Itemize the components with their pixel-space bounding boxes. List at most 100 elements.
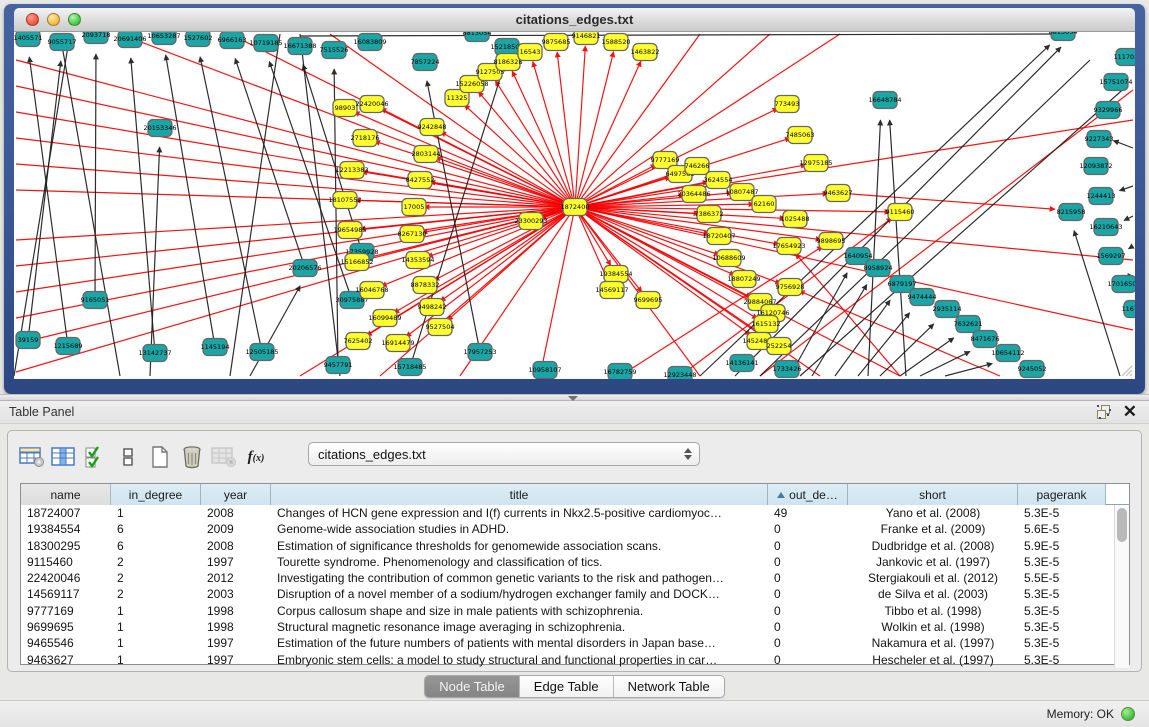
citation-network-graph[interactable]: 1405571905571720937182069140610653287152…: [14, 32, 1135, 379]
edge-black[interactable]: [890, 120, 906, 376]
vertical-scrollbar[interactable]: [1114, 505, 1129, 668]
graph-node[interactable]: 9474444: [908, 289, 937, 306]
table-row[interactable]: 946362711997Embryonic stem cells: a mode…: [21, 652, 1114, 668]
graph-node[interactable]: 9165051: [81, 292, 110, 309]
edge-black[interactable]: [150, 147, 160, 376]
graph-node[interactable]: 1733426: [773, 361, 802, 378]
edge-black[interactable]: [1124, 216, 1133, 221]
float-panel-icon[interactable]: [1097, 405, 1111, 419]
edge-red[interactable]: [760, 90, 1133, 376]
zoom-window-icon[interactable]: [68, 13, 81, 26]
graph-node[interactable]: 16099489: [368, 310, 401, 327]
graph-node[interactable]: 16083809: [353, 34, 386, 51]
graph-node[interactable]: 19654985: [333, 222, 366, 239]
edge-black[interactable]: [760, 60, 1090, 376]
graph-node[interactable]: 23300293: [514, 213, 547, 230]
table-row[interactable]: 1938455462009Genome-wide association stu…: [21, 521, 1114, 537]
graph-node[interactable]: 10653287: [147, 32, 180, 45]
edge-black[interactable]: [28, 61, 61, 340]
tab-edge-table[interactable]: Edge Table: [520, 676, 614, 697]
graph-node[interactable]: 17016504: [1107, 276, 1135, 293]
graph-node[interactable]: 12505185: [245, 344, 278, 361]
table-row[interactable]: 1830029562008Estimation of significance …: [21, 538, 1114, 554]
edge-red[interactable]: [838, 193, 1055, 209]
graph-node[interactable]: 7386372: [695, 206, 724, 223]
graph-node[interactable]: 2803144: [412, 146, 441, 163]
graph-node[interactable]: 16046768: [355, 282, 388, 299]
column-header-in_degree[interactable]: in_degree: [111, 484, 201, 505]
edge-red[interactable]: [533, 62, 575, 207]
network-window-titlebar[interactable]: citations_edges.txt: [14, 8, 1135, 32]
edge-red[interactable]: [799, 291, 1000, 376]
minimize-window-icon[interactable]: [47, 13, 60, 26]
graph-node[interactable]: 10654112: [991, 345, 1024, 362]
edge-black[interactable]: [880, 324, 934, 376]
edge-black[interactable]: [166, 55, 215, 347]
select-all-icon[interactable]: [80, 442, 112, 472]
graph-node[interactable]: 2093718: [82, 32, 111, 44]
graph-node[interactable]: 7515526: [320, 42, 349, 59]
graph-node[interactable]: 14136141: [725, 355, 758, 372]
graph-node[interactable]: 2935114: [933, 301, 962, 318]
graph-node[interactable]: 19384554: [599, 266, 632, 283]
table-row[interactable]: 911546021997Tourette syndrome. Phenomeno…: [21, 554, 1114, 570]
graph-node[interactable]: 9875685: [542, 34, 571, 51]
edge-black[interactable]: [1113, 141, 1133, 148]
rows-icon[interactable]: [112, 442, 144, 472]
graph-node[interactable]: 252254: [767, 338, 792, 355]
graph-node[interactable]: 10719185: [249, 35, 282, 52]
table-row[interactable]: 1872400712008Changes of HCN gene express…: [21, 505, 1114, 521]
graph-node[interactable]: 1025488: [781, 211, 810, 228]
graph-node[interactable]: 15751074: [1099, 74, 1132, 91]
edge-red[interactable]: [16, 86, 575, 207]
graph-node[interactable]: 9227343: [1085, 131, 1114, 148]
graph-node[interactable]: 9699695: [634, 292, 663, 309]
graph-node[interactable]: 14569117: [595, 282, 628, 299]
table-row[interactable]: 2242004622012Investigating the contribut…: [21, 570, 1114, 586]
edge-black[interactable]: [858, 313, 910, 376]
network-canvas[interactable]: 1405571905571720937182069140610653287152…: [14, 32, 1135, 379]
edge-red[interactable]: [575, 46, 585, 207]
graph-node[interactable]: 7485063: [786, 127, 815, 144]
graph-node[interactable]: 13142737: [138, 345, 171, 362]
graph-node[interactable]: 8267130: [398, 226, 427, 243]
graph-node[interactable]: 1569297: [1097, 248, 1126, 265]
graph-node[interactable]: 1615132: [752, 316, 781, 333]
graph-node[interactable]: 9245052: [1018, 361, 1047, 378]
column-header-out_de[interactable]: out_de…: [768, 484, 848, 505]
new-document-icon[interactable]: [144, 442, 176, 472]
graph-node[interactable]: 8958924: [864, 260, 893, 277]
column-header-title[interactable]: title: [271, 484, 768, 505]
edge-red[interactable]: [575, 52, 614, 207]
graph-node[interactable]: 20364486: [677, 186, 710, 203]
edge-red[interactable]: [381, 109, 575, 207]
graph-node[interactable]: 8878332: [411, 277, 440, 294]
delete-icon[interactable]: [176, 442, 208, 472]
graph-node[interactable]: 1588520: [602, 34, 631, 51]
graph-node[interactable]: 22420046: [355, 96, 388, 113]
graph-node[interactable]: 16671388: [283, 38, 316, 55]
table-row[interactable]: 946554611997Estimation of the future num…: [21, 635, 1114, 651]
graph-node[interactable]: 12923448: [663, 367, 696, 380]
graph-node[interactable]: 17654923: [772, 238, 805, 255]
table-row[interactable]: 977716911998Corpus callosum shape and si…: [21, 603, 1114, 619]
graph-node[interactable]: 9055717: [48, 34, 77, 51]
resize-grip-icon[interactable]: [1119, 363, 1133, 377]
graph-node[interactable]: 9756928: [776, 279, 805, 296]
graph-node[interactable]: 8813054: [463, 32, 492, 42]
graph-node[interactable]: 18107552: [328, 192, 361, 209]
tab-network-table[interactable]: Network Table: [614, 676, 724, 697]
graph-node[interactable]: 98903: [333, 100, 357, 117]
graph-node[interactable]: 9498242: [418, 299, 447, 316]
delete-table-icon[interactable]: [208, 442, 240, 472]
graph-node[interactable]: 1872400: [561, 199, 590, 216]
edge-black[interactable]: [131, 58, 155, 353]
column-header-name[interactable]: name: [21, 484, 111, 505]
column-header-pagerank[interactable]: pagerank: [1018, 484, 1106, 505]
edge-black[interactable]: [900, 338, 954, 376]
graph-node[interactable]: 20206576: [288, 260, 321, 277]
graph-node[interactable]: 20691406: [113, 32, 146, 48]
edge-black[interactable]: [95, 54, 96, 300]
graph-node[interactable]: 9527504: [426, 319, 455, 336]
graph-node[interactable]: 16543: [518, 44, 542, 61]
